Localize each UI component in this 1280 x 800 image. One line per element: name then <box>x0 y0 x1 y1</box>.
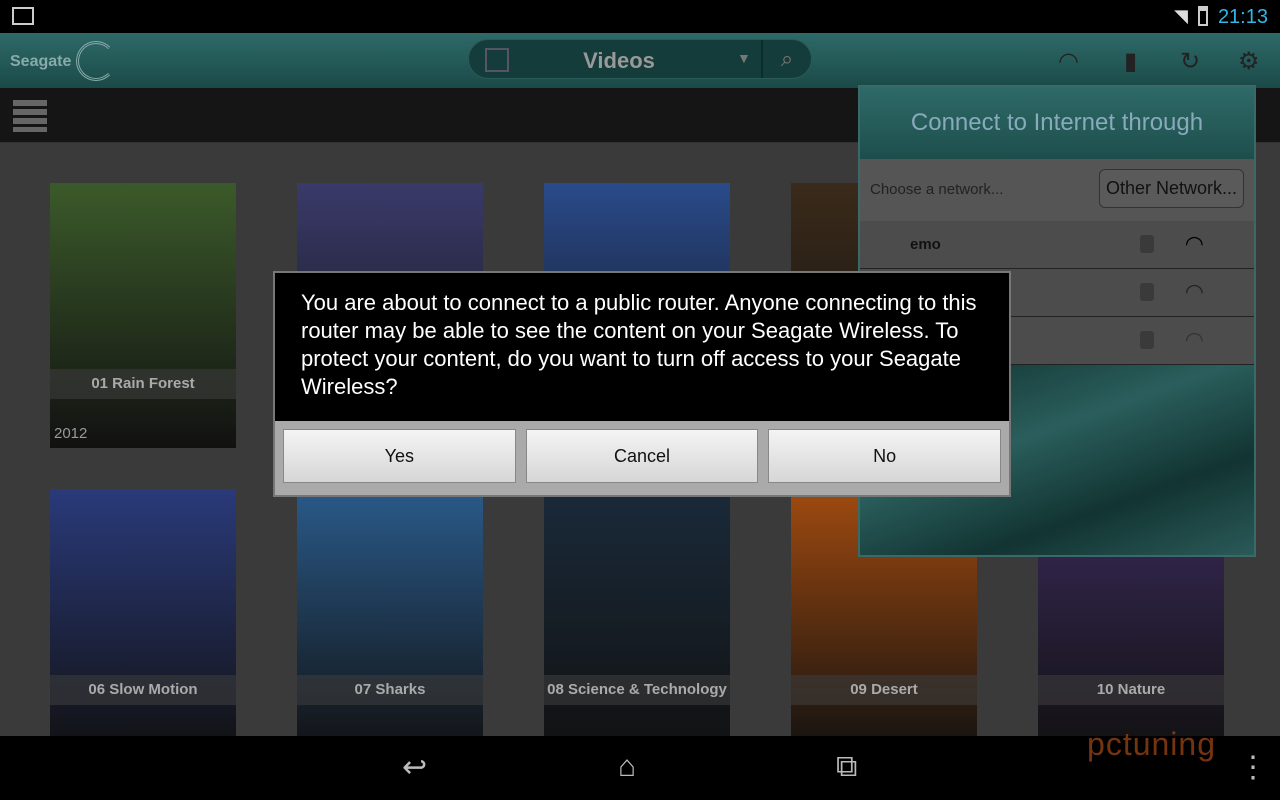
wifi-icon: ◥ <box>1174 6 1188 26</box>
wifi-signal-icon: ◠ <box>1184 279 1204 304</box>
image-icon <box>12 7 34 25</box>
video-year: 2012 <box>54 425 88 442</box>
public-router-dialog: You are about to connect to a public rou… <box>273 271 1011 497</box>
recent-apps-icon[interactable]: ⧉ <box>836 750 857 784</box>
choose-network-label: Choose a network... <box>870 181 1004 198</box>
home-icon[interactable]: ⌂ <box>618 750 636 784</box>
dialog-message: You are about to connect to a public rou… <box>301 290 977 399</box>
panel-title: Connect to Internet through <box>860 87 1254 159</box>
top-bar: Seagate Videos ▼ ⌕ ◠ ▮ ↻ ⚙ <box>0 33 1280 88</box>
gear-icon[interactable]: ⚙ <box>1238 47 1260 76</box>
watermark: pctuning <box>1087 726 1216 762</box>
wifi-icon[interactable]: ◠ <box>1058 47 1079 76</box>
video-tile[interactable]: 08 Science & Technology <box>544 489 730 754</box>
yes-button[interactable]: Yes <box>283 429 516 483</box>
video-tile[interactable]: 06 Slow Motion <box>50 489 236 754</box>
battery-icon <box>1198 6 1208 26</box>
back-icon[interactable]: ↩ <box>402 750 427 785</box>
video-title: 09 Desert <box>791 675 977 705</box>
overflow-menu-icon[interactable]: ⋮ <box>1238 750 1268 785</box>
seagate-logo: Seagate <box>10 53 72 70</box>
lock-icon <box>1140 283 1154 301</box>
dropdown-caret-icon: ▼ <box>737 50 751 66</box>
wifi-signal-icon: ◠ <box>1184 327 1204 352</box>
video-tile[interactable]: 07 Sharks <box>297 489 483 754</box>
search-icon[interactable]: ⌕ <box>761 40 811 78</box>
seagate-logo-mark <box>76 41 116 81</box>
lock-icon <box>1140 331 1154 349</box>
video-title: 01 Rain Forest <box>50 369 236 399</box>
no-button[interactable]: No <box>768 429 1002 483</box>
choose-network-row: Choose a network... Other Network... <box>860 159 1254 221</box>
other-network-button[interactable]: Other Network... <box>1098 169 1244 208</box>
sync-icon[interactable]: ↻ <box>1180 47 1200 76</box>
video-title: 07 Sharks <box>297 675 483 705</box>
cancel-button[interactable]: Cancel <box>525 429 759 483</box>
video-thumbnail <box>50 183 236 448</box>
library-title: Videos <box>583 48 655 73</box>
network-name: emo <box>910 236 941 253</box>
video-title: 06 Slow Motion <box>50 675 236 705</box>
lock-icon <box>1140 235 1154 253</box>
video-thumbnail <box>544 489 730 754</box>
wifi-signal-icon: ◠ <box>1184 231 1204 256</box>
video-title: 10 Nature <box>1038 675 1224 705</box>
library-selector[interactable]: Videos ▼ ⌕ <box>468 39 812 79</box>
menu-icon[interactable] <box>13 100 47 132</box>
video-title: 08 Science & Technology <box>544 675 730 705</box>
clock: 21:13 <box>1217 6 1268 28</box>
video-thumbnail <box>50 489 236 754</box>
video-thumbnail <box>297 489 483 754</box>
battery-icon[interactable]: ▮ <box>1124 47 1137 76</box>
status-bar: ◥ 21:13 <box>0 0 1280 33</box>
video-tile[interactable]: 01 Rain Forest 2012 <box>50 183 236 448</box>
network-item[interactable]: emo ◠ <box>860 221 1254 269</box>
